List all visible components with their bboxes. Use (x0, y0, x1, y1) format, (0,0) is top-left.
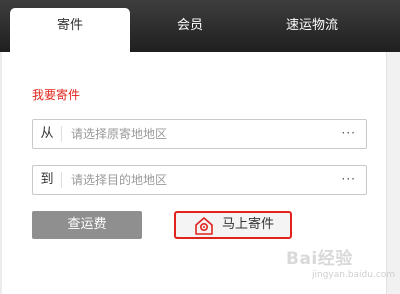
destination-prefix-label: 到 (40, 172, 54, 187)
watermark-logo: Bai经验 (286, 249, 353, 269)
origin-more-icon[interactable]: ··· (342, 120, 356, 148)
watermark-url: jingyan.baidu.com (312, 270, 396, 280)
tab-member[interactable]: 会员 (140, 0, 240, 52)
query-fee-button[interactable]: 查运费 (32, 211, 142, 239)
tab-send[interactable]: 寄件 (10, 8, 130, 64)
tab-express-logistics[interactable]: 速运物流 (262, 0, 362, 52)
divider (61, 126, 62, 142)
destination-input[interactable] (71, 166, 331, 194)
panel-left-border (0, 52, 2, 294)
origin-input[interactable] (71, 120, 331, 148)
origin-prefix-label: 从 (40, 126, 54, 141)
send-now-button[interactable]: 马上寄件 (174, 211, 292, 239)
panel-right-scroll-edge (386, 52, 400, 294)
origin-field[interactable]: 从 ··· (32, 119, 367, 149)
section-title: 我要寄件 (32, 88, 81, 102)
destination-field[interactable]: 到 ··· (32, 165, 367, 195)
send-now-label: 马上寄件 (222, 217, 275, 232)
parcel-location-icon (195, 217, 213, 235)
divider (61, 172, 62, 188)
destination-more-icon[interactable]: ··· (342, 166, 356, 194)
